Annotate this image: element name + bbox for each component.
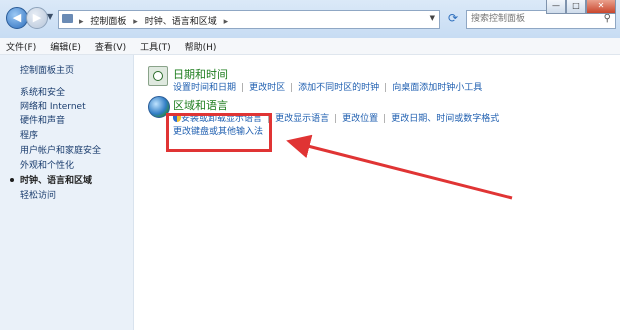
sidebar-item-network[interactable]: 网络和 Internet: [20, 99, 86, 112]
sidebar-item-system-security[interactable]: 系统和安全: [20, 85, 65, 98]
link-separator: |: [383, 114, 387, 124]
link-add-clocks[interactable]: 添加不同时区的时钟: [298, 83, 379, 93]
forward-button[interactable]: ▶: [26, 7, 48, 29]
sidebar-item-programs[interactable]: 程序: [20, 128, 38, 141]
clock-icon[interactable]: [148, 66, 168, 86]
link-set-time-date[interactable]: 设置时间和日期: [173, 83, 236, 93]
recent-pages-dropdown[interactable]: ▼: [47, 12, 53, 21]
link-separator: |: [241, 83, 245, 93]
address-bar[interactable]: ▸ 控制面板 ▸ 时钟、语言和区域 ▸ ▼: [58, 10, 440, 29]
maximize-button[interactable]: □: [566, 0, 586, 14]
link-change-display-language[interactable]: 更改显示语言: [275, 114, 329, 124]
search-icon[interactable]: ⚲: [604, 13, 611, 24]
menu-bar: 文件(F) 编辑(E) 查看(V) 工具(T) 帮助(H): [0, 38, 620, 55]
refresh-button[interactable]: ⟳: [444, 10, 462, 27]
address-dropdown-icon[interactable]: ▼: [430, 14, 435, 22]
link-change-formats[interactable]: 更改日期、时间或数字格式: [391, 114, 499, 124]
back-button[interactable]: ◀: [6, 7, 28, 29]
breadcrumb-separator: ▸: [223, 17, 229, 27]
menu-edit[interactable]: 编辑(E): [50, 40, 81, 53]
menu-file[interactable]: 文件(F): [6, 40, 36, 53]
sidebar-item-hardware-sound[interactable]: 硬件和声音: [20, 113, 65, 126]
minimize-button[interactable]: —: [546, 0, 566, 14]
active-bullet-icon: [10, 178, 14, 182]
breadcrumb: ▸ 控制面板 ▸ 时钟、语言和区域 ▸: [79, 14, 232, 27]
breadcrumb-clock-language-region[interactable]: 时钟、语言和区域: [145, 17, 217, 27]
breadcrumb-separator: ▸: [79, 17, 84, 27]
sidebar-item-ease-of-access[interactable]: 轻松访问: [20, 188, 56, 201]
title-address-bar: ◀ ▶ ▼ ▸ 控制面板 ▸ 时钟、语言和区域 ▸ ▼ ⟳ ⚲ — □ ✕: [0, 0, 620, 39]
sidebar-item-clock-language-region[interactable]: 时钟、语言和区域: [20, 173, 92, 186]
sidebar-item-user-accounts[interactable]: 用户帐户和家庭安全: [20, 143, 101, 156]
link-change-location[interactable]: 更改位置: [342, 114, 378, 124]
link-separator: |: [334, 114, 338, 124]
annotation-highlight-box: [166, 113, 272, 152]
sidebar-item-home[interactable]: 控制面板主页: [20, 63, 74, 76]
breadcrumb-control-panel[interactable]: 控制面板: [90, 17, 126, 27]
window-controls: — □ ✕: [546, 0, 616, 14]
sidebar: 控制面板主页 系统和安全 网络和 Internet 硬件和声音 程序 用户帐户和…: [0, 55, 134, 330]
breadcrumb-separator: ▸: [133, 17, 138, 27]
link-add-clock-gadget[interactable]: 向桌面添加时钟小工具: [392, 83, 482, 93]
link-separator: |: [290, 83, 294, 93]
menu-view[interactable]: 查看(V): [95, 40, 126, 53]
close-button[interactable]: ✕: [586, 0, 616, 14]
link-separator: |: [384, 83, 388, 93]
link-change-timezone[interactable]: 更改时区: [249, 83, 285, 93]
menu-tools[interactable]: 工具(T): [140, 40, 171, 53]
datetime-links: 设置时间和日期 | 更改时区 | 添加不同时区的时钟 | 向桌面添加时钟小工具: [173, 80, 482, 93]
menu-help[interactable]: 帮助(H): [185, 40, 217, 53]
sidebar-item-appearance[interactable]: 外观和个性化: [20, 158, 74, 171]
control-panel-icon: [62, 14, 73, 23]
